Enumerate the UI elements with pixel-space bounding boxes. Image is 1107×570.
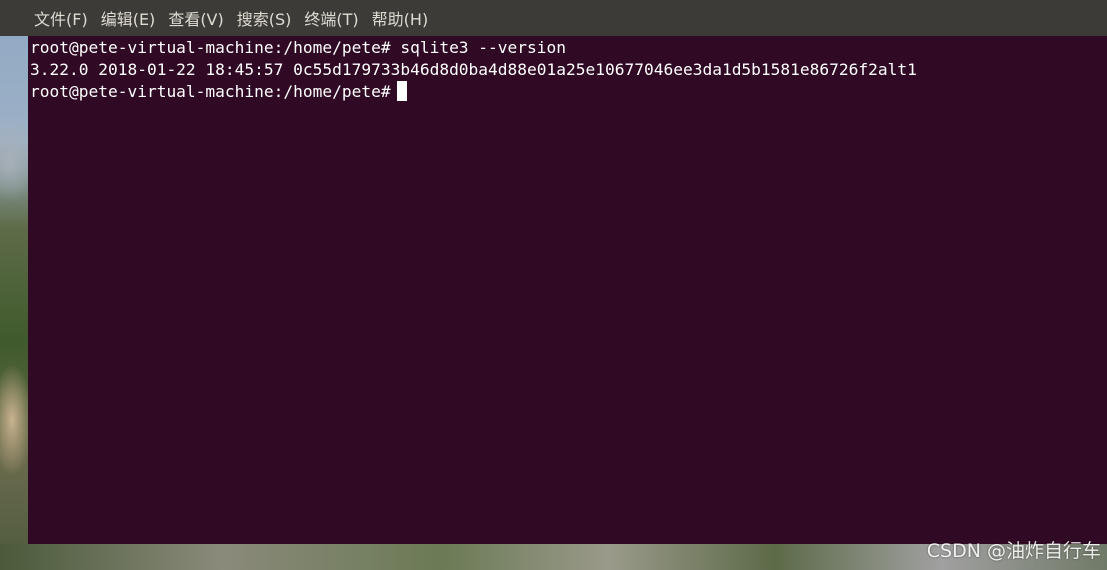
terminal-menubar: 文件(F) 编辑(E) 查看(V) 搜索(S) 终端(T) 帮助(H)	[0, 0, 1107, 36]
terminal-screen[interactable]: root@pete-virtual-machine:/home/pete# sq…	[28, 36, 1107, 544]
terminal-prompt-text: root@pete-virtual-machine:/home/pete#	[30, 82, 391, 101]
terminal-line-prompt: root@pete-virtual-machine:/home/pete#	[30, 81, 407, 103]
menu-file[interactable]: 文件(F)	[34, 6, 88, 30]
terminal-line-output: 3.22.0 2018-01-22 18:45:57 0c55d179733b4…	[30, 60, 917, 79]
terminal-line-command: root@pete-virtual-machine:/home/pete# sq…	[30, 38, 567, 57]
text-cursor	[396, 81, 407, 101]
watermark: CSDN @油炸自行车	[926, 540, 1101, 562]
menu-view[interactable]: 查看(V)	[168, 6, 223, 30]
menu-edit[interactable]: 编辑(E)	[101, 6, 156, 30]
menu-terminal[interactable]: 终端(T)	[304, 6, 358, 30]
menu-help[interactable]: 帮助(H)	[372, 6, 429, 30]
menu-search[interactable]: 搜索(S)	[237, 6, 292, 30]
